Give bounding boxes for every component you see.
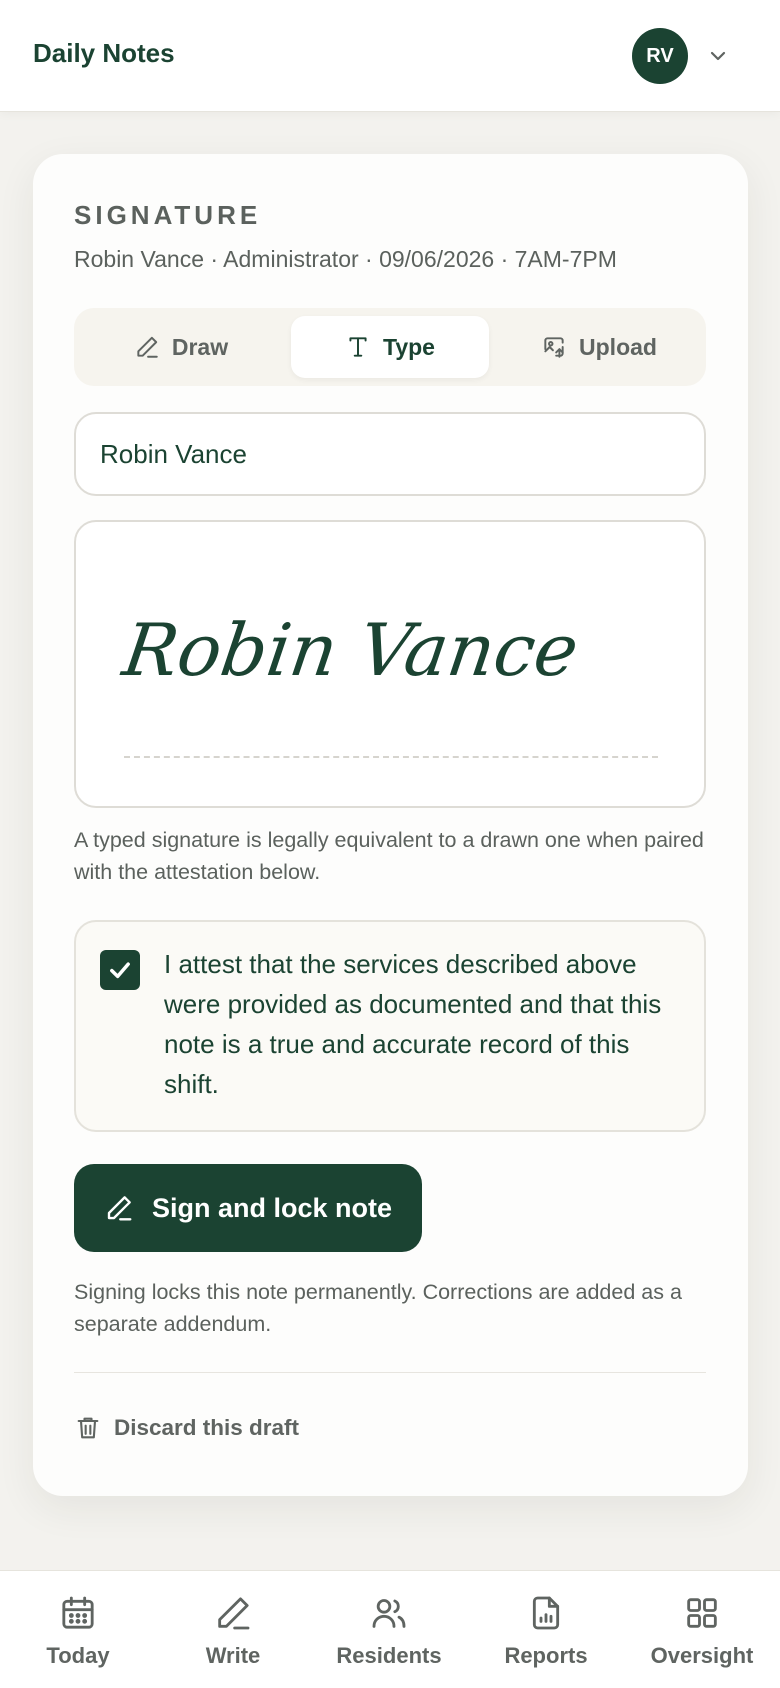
checkmark-icon xyxy=(110,962,130,979)
signature-mode-switch: Draw Type Upload xyxy=(74,308,706,386)
nav-label-oversight: Oversight xyxy=(650,1643,754,1668)
divider xyxy=(74,1372,706,1373)
signature-card: SIGNATURE Robin Vance · Administrator · … xyxy=(33,154,748,1496)
nav-label-today: Today xyxy=(46,1643,110,1668)
tab-type-label: Type xyxy=(383,333,435,360)
pencil-icon xyxy=(137,336,158,358)
section-title: SIGNATURE xyxy=(74,200,262,230)
tab-type[interactable]: Type xyxy=(291,316,489,378)
typed-name-input[interactable] xyxy=(74,412,706,496)
discard-draft-button[interactable]: Discard this draft xyxy=(74,1410,299,1446)
lock-note: Signing locks this note permanently. Cor… xyxy=(74,1280,682,1336)
nav-item-oversight[interactable]: Oversight xyxy=(627,1593,777,1669)
users-icon xyxy=(372,1599,406,1628)
chevron-down-icon[interactable] xyxy=(706,44,730,68)
sign-and-lock-button[interactable]: Sign and lock note xyxy=(74,1164,422,1252)
nav-item-today[interactable]: Today xyxy=(3,1593,153,1669)
signature-preview: Robin Vance xyxy=(74,520,706,808)
discard-label: Discard this draft xyxy=(114,1415,300,1440)
app-title: Daily Notes xyxy=(33,38,175,68)
user-avatar[interactable]: RV xyxy=(632,28,688,84)
image-upload-icon xyxy=(544,337,564,358)
top-header: Daily Notes RV xyxy=(0,0,780,112)
text-type-icon xyxy=(349,337,367,357)
nav-label-write: Write xyxy=(205,1643,261,1668)
tab-draw[interactable]: Draw xyxy=(82,316,280,378)
nav-item-residents[interactable]: Residents xyxy=(314,1593,464,1669)
attestation-checkbox[interactable] xyxy=(100,950,140,990)
app-root: Daily Notes RV SIGNATURE Robin Vance · A… xyxy=(0,0,780,1688)
nav-item-reports[interactable]: Reports xyxy=(471,1593,621,1669)
calendar-icon xyxy=(62,1596,94,1629)
signature-baseline xyxy=(124,756,658,758)
legal-note: A typed signature is legally equivalent … xyxy=(74,828,704,884)
attestation-box: I attest that the services described abo… xyxy=(74,920,706,1132)
tab-upload-label: Upload xyxy=(579,333,657,360)
signature-preview-text: Robin Vance xyxy=(118,608,584,692)
signer-meta: Robin Vance · Administrator · 09/06/2026… xyxy=(74,246,617,272)
pencil-icon xyxy=(107,1196,132,1221)
grid-icon xyxy=(687,1598,717,1628)
tab-draw-label: Draw xyxy=(171,333,229,360)
bottom-nav: Today Write Residents Reports Oversight xyxy=(0,1570,780,1688)
pen-icon xyxy=(218,1597,250,1630)
tab-upload[interactable]: Upload xyxy=(500,316,698,378)
nav-label-reports: Reports xyxy=(504,1643,588,1668)
report-icon xyxy=(532,1596,560,1630)
nav-item-write[interactable]: Write xyxy=(158,1593,308,1669)
trash-icon xyxy=(77,1417,99,1439)
attestation-text: I attest that the services described abo… xyxy=(164,949,662,1099)
nav-label-residents: Residents xyxy=(336,1643,442,1668)
sign-button-label: Sign and lock note xyxy=(151,1192,393,1223)
